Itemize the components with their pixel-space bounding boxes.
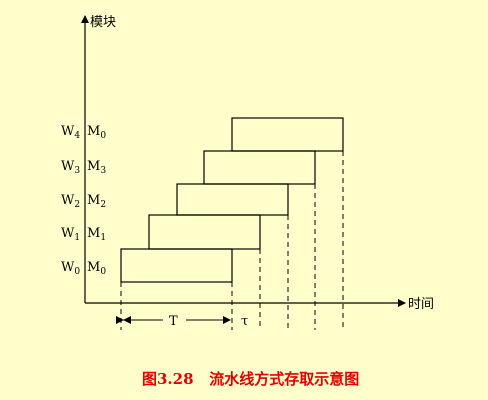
tau-label: τ (241, 314, 248, 329)
module-label: M1 (87, 226, 106, 243)
word-label: W0 (61, 260, 80, 277)
y-axis-label: 模块 (90, 15, 116, 30)
x-axis-label: 时间 (408, 297, 434, 312)
access-block (231, 117, 344, 152)
pipeline-row-4: W4 M0 (61, 117, 344, 152)
diagram-canvas: 模块 时间 W0 M0 W1 M1 W2 M2 W3 M3 W4 M0 T τ … (61, 15, 434, 388)
pipeline-row-2: W2 M2 (61, 183, 289, 216)
word-label: W4 (61, 124, 80, 141)
access-block (148, 214, 261, 250)
module-label: M0 (87, 124, 106, 141)
figure-caption: 图3.28 流水线方式存取示意图 (142, 370, 359, 388)
period-arrowhead (123, 316, 131, 324)
access-block (120, 248, 233, 283)
pipeline-diagram: 模块 时间 W0 M0 W1 M1 W2 M2 W3 M3 W4 M0 T τ … (0, 0, 488, 400)
access-block (203, 150, 316, 185)
pipeline-row-0: W0 M0 (61, 248, 233, 283)
word-label: W1 (61, 226, 80, 243)
pipeline-row-3: W3 M3 (61, 150, 316, 185)
pipeline-row-1: W1 M1 (61, 214, 261, 250)
access-block (176, 183, 289, 216)
word-label: W2 (61, 193, 80, 210)
module-label: M3 (87, 159, 106, 176)
module-label: M0 (87, 260, 106, 277)
word-label: W3 (61, 159, 80, 176)
module-label: M2 (87, 193, 106, 210)
period-label: T (169, 314, 178, 329)
